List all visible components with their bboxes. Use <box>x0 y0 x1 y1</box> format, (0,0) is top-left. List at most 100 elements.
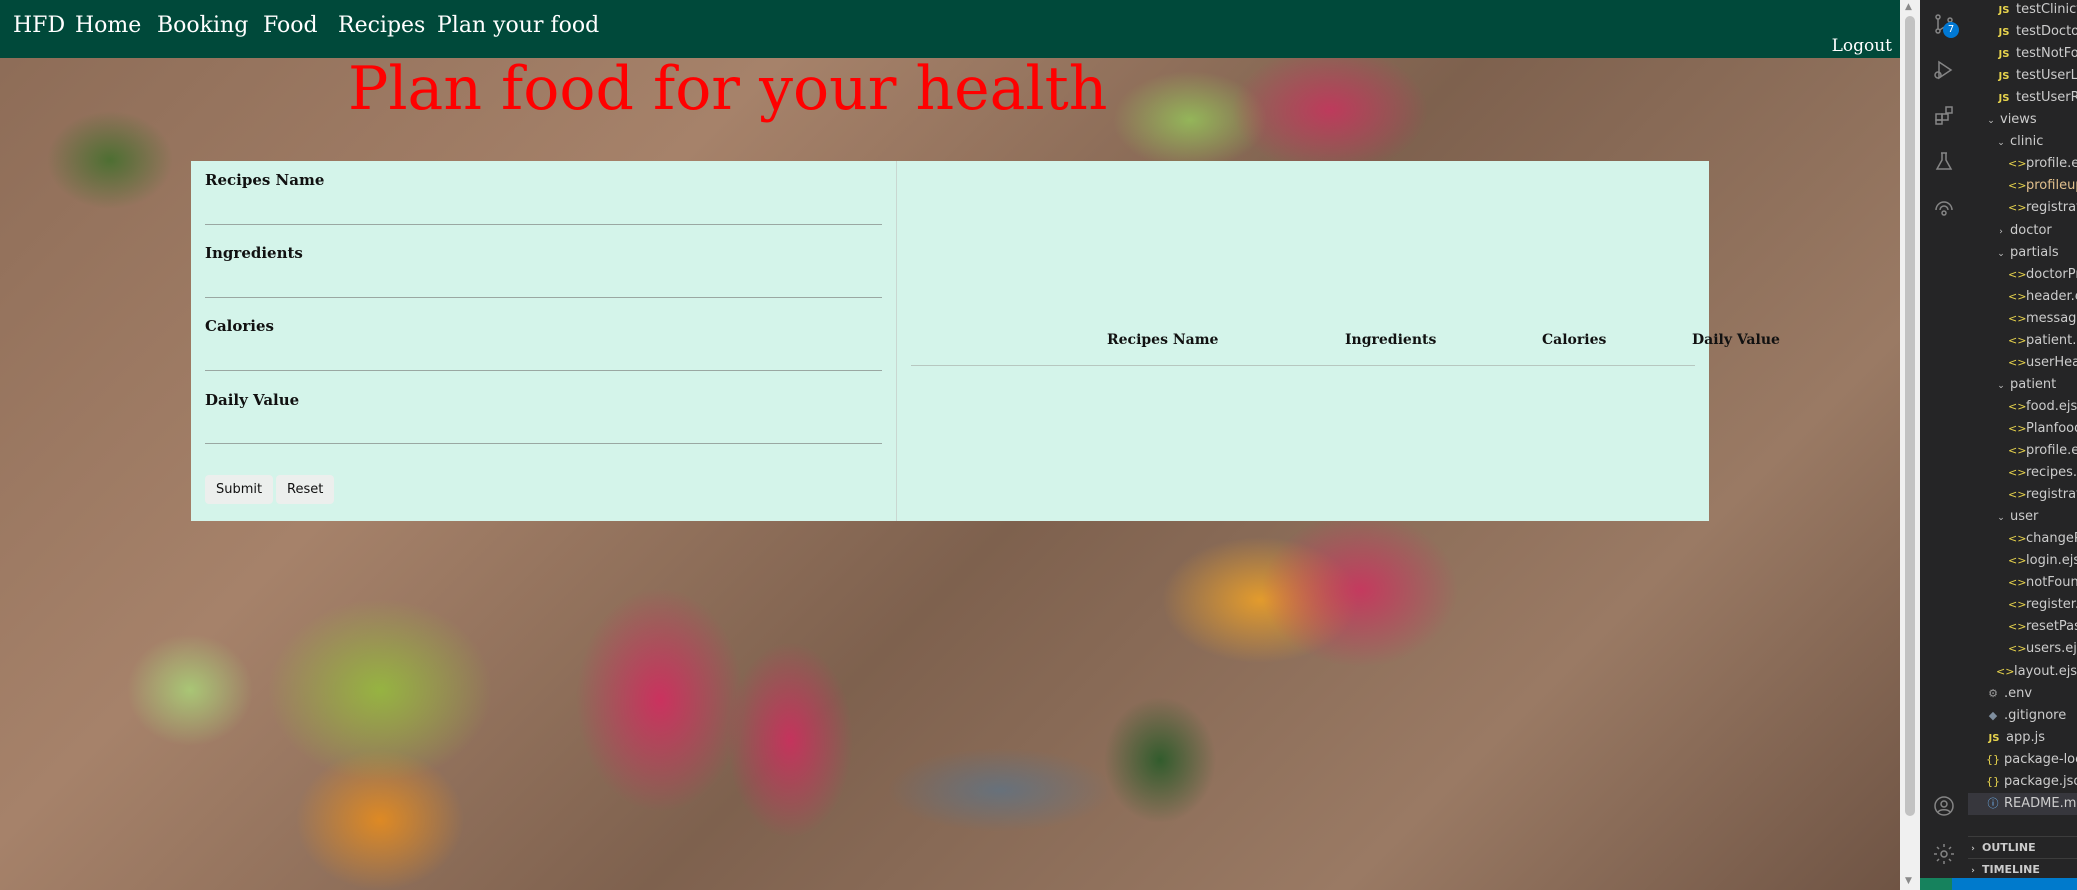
explorer-item-label: clinic <box>2010 134 2044 150</box>
explorer-file[interactable]: <>registration <box>2008 484 2077 506</box>
col-header-calories: Calories <box>1542 332 1607 348</box>
chevron-down-icon: ⌄ <box>1997 248 2005 259</box>
ejs-file-icon: <> <box>2008 333 2027 347</box>
explorer-file[interactable]: <>header.ejs <box>2008 286 2077 308</box>
ejs-file-icon: <> <box>1996 664 2015 678</box>
account-icon[interactable] <box>1932 794 1956 818</box>
ejs-file-icon: <> <box>2008 311 2027 325</box>
nav-link-plan-your-food[interactable]: Plan your food <box>437 13 599 38</box>
explorer-item-label: registration <box>2026 200 2077 216</box>
explorer-file[interactable]: <>food.ejs <box>2008 396 2077 418</box>
brand-link[interactable]: HFD <box>13 13 65 38</box>
run-debug-icon[interactable] <box>1932 58 1956 82</box>
settings-gear-icon[interactable] <box>1932 842 1956 866</box>
table-header-divider <box>911 365 1695 366</box>
scroll-up-arrow-icon[interactable]: ▲ <box>1905 2 1912 12</box>
explorer-file[interactable]: <>login.ejs <box>2008 550 2077 572</box>
recipe-form: Recipes Name Ingredients Calories Daily … <box>191 161 897 521</box>
recipes-name-input[interactable] <box>205 195 882 225</box>
explorer-item-label: testNotFoun <box>2016 46 2077 62</box>
js-file-icon: JS <box>1998 49 2010 61</box>
explorer-file[interactable]: <>doctorProf <box>2008 264 2077 286</box>
explorer-file[interactable]: <>profile.ejs <box>2008 440 2077 462</box>
nav-link-recipes[interactable]: Recipes <box>338 13 425 38</box>
explorer-file[interactable]: ◆ .gitignore <box>1986 705 2066 727</box>
explorer-file[interactable]: <>messages. <box>2008 308 2077 330</box>
explorer-file[interactable]: JS testClinicte <box>1996 0 2077 21</box>
explorer-item-label: register.ejs <box>2026 597 2077 613</box>
js-file-icon: JS <box>1998 71 2010 83</box>
nav-link-home[interactable]: Home <box>75 13 141 38</box>
explorer-file[interactable]: <>layout.ejs <box>1996 661 2077 683</box>
ejs-file-icon: <> <box>2008 179 2027 193</box>
col-header-daily-value: Daily Value <box>1692 332 1780 348</box>
nav-link-food[interactable]: Food <box>263 13 318 38</box>
extensions-icon[interactable] <box>1932 104 1956 128</box>
ejs-file-icon: <> <box>2008 157 2027 171</box>
explorer-folder[interactable]: ⌄ clinic <box>1996 131 2043 153</box>
explorer-item-label: header.ejs <box>2026 288 2077 304</box>
chevron-down-icon: ⌄ <box>1987 116 1995 127</box>
explorer-item-label: patient <box>2010 376 2057 392</box>
page-scrollbar[interactable]: ▲ ▼ <box>1900 0 1920 890</box>
explorer-file[interactable]: <>profile.ejs <box>2008 153 2077 175</box>
explorer-file[interactable]: <>register.ejs <box>2008 594 2077 616</box>
ejs-file-icon: <> <box>2008 289 2027 303</box>
explorer-file[interactable]: JS testNotFoun <box>1996 43 2077 65</box>
nav-link-booking[interactable]: Booking <box>157 13 248 38</box>
col-header-recipes-name: Recipes Name <box>1107 332 1219 348</box>
outline-section[interactable]: › OUTLINE <box>1968 836 2077 858</box>
explorer-file[interactable]: JS testUserLog <box>1996 65 2077 87</box>
ejs-file-icon: <> <box>2008 399 2027 413</box>
daily-value-input[interactable] <box>205 414 882 444</box>
explorer-file[interactable]: <>resetPassw <box>2008 616 2077 638</box>
submit-button[interactable]: Submit <box>205 475 274 504</box>
chevron-right-icon: › <box>1999 226 2003 237</box>
ingredients-input[interactable] <box>205 268 882 298</box>
explorer-file[interactable]: <>Planfood.e <box>2008 418 2077 440</box>
explorer-item-label: .gitignore <box>2004 707 2067 723</box>
explorer-item-label: partials <box>2010 244 2059 260</box>
explorer-item-label: doctor <box>2010 222 2052 238</box>
explorer-file[interactable]: JS testUserReg <box>1996 87 2077 109</box>
remote-status-button[interactable] <box>1920 878 1952 890</box>
explorer-file[interactable]: <>notFound. <box>2008 572 2077 594</box>
calories-label: Calories <box>205 317 274 335</box>
chevron-down-icon: ⌄ <box>1997 138 2005 149</box>
explorer-file[interactable]: <>patient.ejs <box>2008 330 2077 352</box>
explorer-file[interactable]: JS testDoctor.j <box>1996 21 2077 43</box>
logout-link[interactable]: Logout <box>1832 36 1892 56</box>
explorer-file[interactable]: <>recipes.ejs <box>2008 462 2077 484</box>
explorer-folder[interactable]: ⌄ patient <box>1996 374 2056 396</box>
explorer-folder[interactable]: ⌄ partials <box>1996 242 2059 264</box>
recipes-name-label: Recipes Name <box>205 171 325 189</box>
remote-explorer-icon[interactable] <box>1932 196 1956 220</box>
scroll-down-arrow-icon[interactable]: ▼ <box>1905 876 1912 886</box>
scrollbar-thumb[interactable] <box>1905 16 1915 816</box>
explorer-item-label: testUserLog <box>2016 68 2077 84</box>
explorer-item-label: profile.ejs <box>2026 156 2077 172</box>
calories-input[interactable] <box>205 341 882 371</box>
explorer-file[interactable]: ⓘ README.md <box>1968 792 2077 815</box>
js-file-icon: JS <box>1998 5 2010 16</box>
ejs-file-icon: <> <box>2008 466 2027 480</box>
explorer-file[interactable]: ⚙ .env <box>1986 683 2032 705</box>
ingredients-label: Ingredients <box>205 244 303 262</box>
col-header-ingredients: Ingredients <box>1345 332 1437 348</box>
explorer-file[interactable]: <>changePas <box>2008 528 2077 550</box>
explorer-folder[interactable]: ⌄ views <box>1986 109 2037 131</box>
explorer-folder[interactable]: ⌄ user <box>1996 506 2038 528</box>
explorer-folder[interactable]: › doctor <box>1996 220 2052 242</box>
explorer-file[interactable]: {} package.json <box>1986 771 2077 793</box>
explorer-file[interactable]: <>users.ejs <box>2008 638 2077 660</box>
timeline-section[interactable]: › TIMELINE <box>1968 858 2077 880</box>
testing-icon[interactable] <box>1932 150 1956 174</box>
explorer-file[interactable]: <>profileupd <box>2008 175 2077 197</box>
ejs-file-icon: <> <box>2008 642 2027 656</box>
explorer-file[interactable]: <>userHeade <box>2008 352 2077 374</box>
explorer-file[interactable]: <>registration <box>2008 197 2077 219</box>
explorer-file[interactable]: JS app.js <box>1986 727 2045 749</box>
explorer-file[interactable]: {} package-lock <box>1986 749 2077 771</box>
explorer-item-label: README.md <box>2004 795 2077 811</box>
reset-button[interactable]: Reset <box>276 475 335 504</box>
